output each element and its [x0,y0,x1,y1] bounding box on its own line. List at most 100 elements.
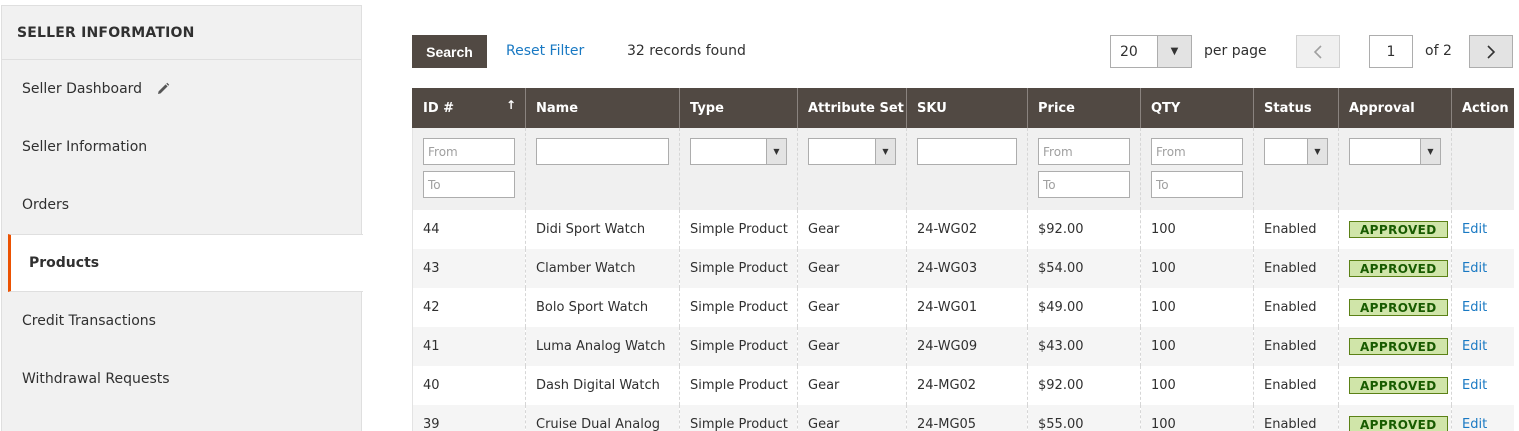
grid-header-row: ID # ↑ Name Type Attribute Set SKU Price … [412,88,1514,128]
cell-type: Simple Product [679,327,798,366]
cell-name: Didi Sport Watch [525,210,680,249]
sidebar-item-orders[interactable]: Orders [2,176,361,234]
approval-badge: APPROVED [1349,338,1448,355]
sku-filter-input[interactable] [917,138,1017,165]
sidebar-item-label: Credit Transactions [22,313,156,329]
cell-type: Simple Product [679,405,798,431]
search-button[interactable]: Search [412,35,487,68]
price-from-input[interactable]: From [1038,138,1130,165]
approval-filter-select[interactable]: ▼ [1349,138,1441,165]
chevron-left-icon [1313,44,1322,59]
cell-status: Enabled [1253,210,1339,249]
filter-status-cell: ▼ [1253,128,1339,210]
cell-name: Bolo Sport Watch [525,288,680,327]
cell-action: Edit [1451,288,1514,327]
edit-link[interactable]: Edit [1462,261,1487,276]
sidebar-item-withdrawal-requests[interactable]: Withdrawal Requests [2,350,361,408]
sidebar-item-seller-dashboard[interactable]: Seller Dashboard [2,60,361,118]
cell-action: Edit [1451,405,1514,431]
cell-status: Enabled [1253,288,1339,327]
sidebar-title: SELLER INFORMATION [2,6,361,60]
cell-action: Edit [1451,366,1514,405]
table-row: 43 Clamber Watch Simple Product Gear 24-… [412,249,1514,288]
cell-sku: 24-WG03 [906,249,1028,288]
cell-qty: 100 [1140,327,1254,366]
filter-row: From To ▼ ▼ From To From To ▼ ▼ [412,128,1514,210]
previous-page-button[interactable] [1296,35,1340,68]
column-header-price[interactable]: Price [1027,88,1141,128]
edit-link[interactable]: Edit [1462,222,1487,237]
cell-price: $54.00 [1027,249,1141,288]
filter-type-cell: ▼ [679,128,798,210]
cell-type: Simple Product [679,288,798,327]
edit-link[interactable]: Edit [1462,339,1487,354]
cell-name: Cruise Dual Analog [525,405,680,431]
per-page-label: per page [1204,43,1267,59]
page-total: of 2 [1425,43,1452,59]
filter-approval-cell: ▼ [1338,128,1452,210]
chevron-down-icon[interactable]: ▼ [1157,36,1191,67]
cell-approval: APPROVED [1338,210,1452,249]
approval-badge: APPROVED [1349,377,1448,394]
approval-badge: APPROVED [1349,416,1448,431]
cell-approval: APPROVED [1338,366,1452,405]
chevron-down-icon: ▼ [1307,139,1327,164]
column-header-approval[interactable]: Approval [1338,88,1452,128]
sidebar-item-label: Seller Dashboard [22,81,143,97]
cell-sku: 24-WG01 [906,288,1028,327]
cell-action: Edit [1451,249,1514,288]
edit-link[interactable]: Edit [1462,300,1487,315]
column-header-name[interactable]: Name [525,88,680,128]
id-to-input[interactable]: To [423,171,515,198]
column-header-qty[interactable]: QTY [1140,88,1254,128]
cell-sku: 24-MG02 [906,366,1028,405]
type-filter-select[interactable]: ▼ [690,138,787,165]
cell-qty: 100 [1140,405,1254,431]
pencil-icon[interactable] [156,82,170,96]
cell-id: 40 [412,366,526,405]
column-header-status[interactable]: Status [1253,88,1339,128]
cell-sku: 24-MG05 [906,405,1028,431]
sidebar-item-credit-transactions[interactable]: Credit Transactions [2,292,361,350]
column-header-sku[interactable]: SKU [906,88,1028,128]
status-filter-select[interactable]: ▼ [1264,138,1328,165]
cell-attribute-set: Gear [797,210,907,249]
cell-qty: 100 [1140,210,1254,249]
column-header-attribute-set[interactable]: Attribute Set [797,88,907,128]
sort-ascending-icon[interactable]: ↑ [506,98,516,112]
cell-price: $43.00 [1027,327,1141,366]
filter-attribute-set-cell: ▼ [797,128,907,210]
page-number-input[interactable] [1369,35,1413,68]
approval-badge: APPROVED [1349,221,1448,238]
id-from-input[interactable]: From [423,138,515,165]
name-filter-input[interactable] [536,138,669,165]
reset-filter-link[interactable]: Reset Filter [506,43,584,59]
per-page-select[interactable]: 20 ▼ [1110,35,1192,68]
edit-link[interactable]: Edit [1462,417,1487,431]
cell-id: 44 [412,210,526,249]
sidebar-item-seller-information[interactable]: Seller Information [2,118,361,176]
cell-status: Enabled [1253,327,1339,366]
cell-qty: 100 [1140,288,1254,327]
price-to-input[interactable]: To [1038,171,1130,198]
chevron-down-icon: ▼ [875,139,895,164]
attribute-set-filter-select[interactable]: ▼ [808,138,896,165]
cell-type: Simple Product [679,210,798,249]
cell-qty: 100 [1140,366,1254,405]
qty-to-input[interactable]: To [1151,171,1243,198]
cell-sku: 24-WG09 [906,327,1028,366]
table-row: 40 Dash Digital Watch Simple Product Gea… [412,366,1514,405]
column-header-id[interactable]: ID # ↑ [412,88,526,128]
next-page-button[interactable] [1469,35,1513,68]
sidebar-item-products[interactable]: Products [8,234,363,292]
seller-products-page: SELLER INFORMATION Seller Dashboard Sell… [0,0,1519,431]
chevron-down-icon: ▼ [766,139,786,164]
approval-badge: APPROVED [1349,299,1448,316]
cell-approval: APPROVED [1338,249,1452,288]
cell-attribute-set: Gear [797,288,907,327]
column-header-type[interactable]: Type [679,88,798,128]
products-grid: ID # ↑ Name Type Attribute Set SKU Price … [412,88,1514,431]
edit-link[interactable]: Edit [1462,378,1487,393]
cell-qty: 100 [1140,249,1254,288]
qty-from-input[interactable]: From [1151,138,1243,165]
